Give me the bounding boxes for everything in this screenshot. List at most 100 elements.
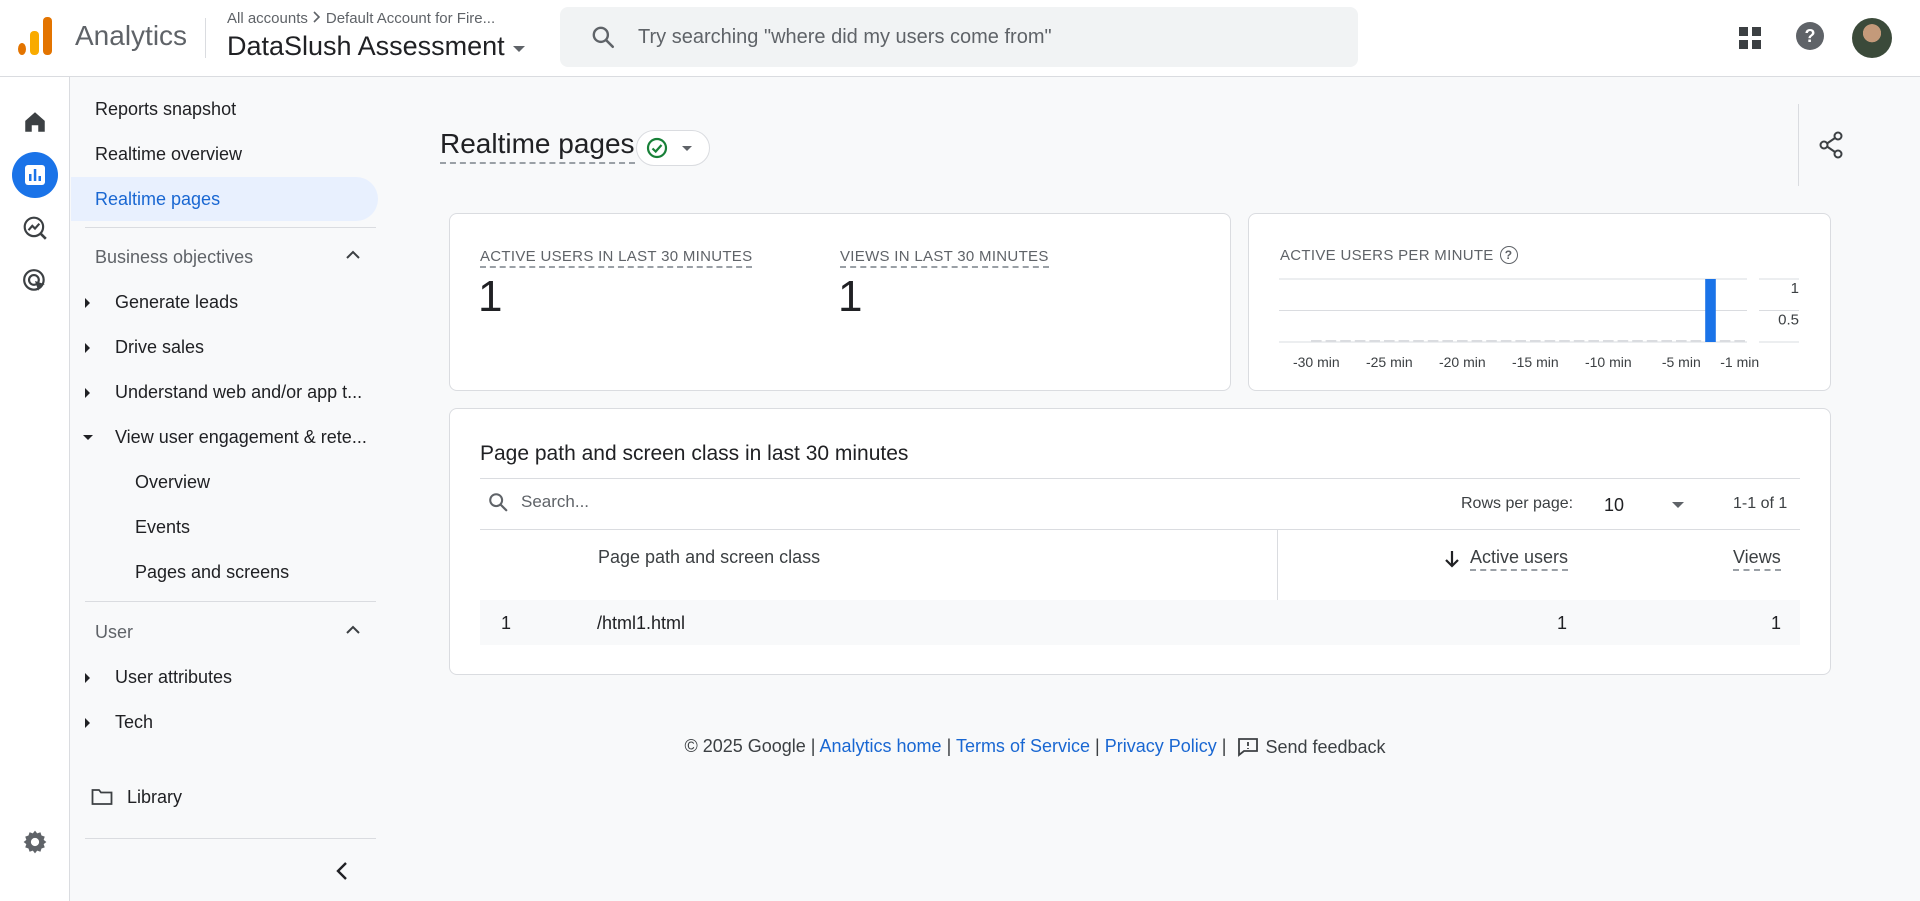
- sort-descending-arrow-icon: [1445, 551, 1459, 568]
- svg-text:?: ?: [1805, 26, 1816, 46]
- chart-x-tick-label: -30 min: [1293, 354, 1340, 370]
- sidebar-item-realtime-overview[interactable]: Realtime overview: [71, 132, 378, 176]
- footer-link-analytics-home[interactable]: Analytics home: [819, 736, 941, 756]
- folder-icon: [91, 789, 113, 805]
- account-breadcrumb[interactable]: All accounts Default Account for Fire...: [227, 10, 495, 27]
- views-metric-label[interactable]: VIEWS IN LAST 30 MINUTES: [840, 248, 1049, 268]
- global-search-input[interactable]: [638, 25, 1318, 49]
- analytics-logo-icon[interactable]: [18, 17, 52, 55]
- check-circle-icon: [646, 137, 668, 159]
- rows-per-page-value: 10: [1604, 494, 1625, 515]
- collapse-arrow-icon: [83, 435, 93, 440]
- account-avatar[interactable]: [1852, 18, 1892, 58]
- chart-bar: [1646, 340, 1658, 342]
- table-title: Page path and screen class in last 30 mi…: [480, 442, 909, 465]
- table-divider: [480, 529, 1800, 530]
- sidebar-item-label: View user engagement & rete...: [115, 426, 367, 447]
- sidebar-item-reports-snapshot[interactable]: Reports snapshot: [71, 87, 378, 131]
- caret-down-icon: [682, 145, 692, 151]
- chart-bar: [1471, 340, 1483, 342]
- chart-bar: [1734, 340, 1745, 342]
- top-app-bar: Analytics All accounts Default Account f…: [0, 0, 1920, 77]
- advertising-icon[interactable]: [12, 258, 58, 304]
- rows-per-page-label: Rows per page:: [1461, 495, 1574, 512]
- left-navigation-rail: [0, 77, 70, 901]
- table-search-input[interactable]: [521, 492, 821, 512]
- pagination-range: 1-1 of 1: [1733, 495, 1788, 512]
- explore-icon[interactable]: [12, 205, 58, 251]
- collapse-sidebar-chevron-icon[interactable]: [335, 861, 349, 886]
- sidebar-item-realtime-pages[interactable]: Realtime pages: [71, 177, 378, 221]
- help-icon[interactable]: ?: [1795, 21, 1825, 56]
- sidebar-item-user-attributes[interactable]: User attributes: [71, 655, 378, 699]
- sidebar-item-understand-web-app[interactable]: Understand web and/or app t...: [71, 370, 378, 414]
- caret-down-icon: [1672, 502, 1684, 508]
- sidebar-item-overview[interactable]: Overview: [71, 460, 378, 504]
- section-user[interactable]: User: [71, 610, 378, 654]
- send-feedback-button[interactable]: Send feedback: [1231, 736, 1386, 758]
- sidebar-item-events[interactable]: Events: [71, 505, 378, 549]
- sidebar-item-generate-leads[interactable]: Generate leads: [71, 280, 378, 324]
- apps-grid-icon[interactable]: [1737, 20, 1763, 61]
- chart-bar: [1705, 279, 1716, 342]
- chart-bar: [1486, 340, 1497, 342]
- rows-per-page-select[interactable]: 10: [1604, 492, 1684, 518]
- views-metric-value: 1: [838, 272, 863, 321]
- chart-x-tick-label: -10 min: [1585, 354, 1632, 370]
- sidebar-divider: [85, 601, 376, 602]
- expand-arrow-icon: [85, 298, 90, 308]
- admin-gear-icon[interactable]: [12, 819, 58, 865]
- chart-bar: [1661, 340, 1672, 342]
- active-users-per-minute-label: ACTIVE USERS PER MINUTE ?: [1280, 246, 1518, 264]
- chart-bar: [1588, 340, 1599, 342]
- feedback-icon: [1238, 738, 1259, 758]
- page-title[interactable]: Realtime pages: [440, 128, 635, 164]
- row-active-users: 1: [1557, 613, 1568, 633]
- section-business-objectives[interactable]: Business objectives: [71, 235, 378, 279]
- sidebar-item-label: Reports snapshot: [95, 98, 237, 119]
- breadcrumb-account[interactable]: Default Account for Fire...: [326, 10, 495, 27]
- sidebar-item-label: Library: [127, 786, 183, 807]
- sidebar-item-label: Overview: [135, 471, 211, 492]
- sidebar-item-library[interactable]: Library: [71, 775, 378, 819]
- global-search-bar[interactable]: [560, 7, 1358, 67]
- active-users-metric-label[interactable]: ACTIVE USERS IN LAST 30 MINUTES: [480, 248, 753, 268]
- footer-link-privacy[interactable]: Privacy Policy: [1105, 736, 1217, 756]
- table-divider: [480, 478, 1800, 479]
- column-header-views[interactable]: Views: [1733, 547, 1781, 571]
- reports-icon[interactable]: [12, 152, 58, 198]
- sidebar-item-label: Drive sales: [115, 336, 205, 357]
- sidebar-item-label: Generate leads: [115, 291, 239, 312]
- chart-bar: [1515, 340, 1526, 342]
- send-feedback-label: Send feedback: [1265, 736, 1386, 757]
- help-circle-icon[interactable]: ?: [1499, 246, 1518, 264]
- table-search[interactable]: [487, 491, 821, 513]
- share-icon[interactable]: [1818, 130, 1844, 165]
- footer: © 2025 Google | Analytics home | Terms o…: [0, 736, 1920, 758]
- column-header-active-users[interactable]: Active users: [1444, 547, 1569, 571]
- sidebar-item-pages-and-screens[interactable]: Pages and screens: [71, 550, 378, 594]
- row-page-path[interactable]: /html1.html: [597, 613, 685, 634]
- row-index: 1: [501, 613, 512, 633]
- chart-y-tick-label: 1: [1791, 280, 1799, 297]
- chart-bar: [1398, 340, 1410, 342]
- chart-bar: [1384, 340, 1395, 342]
- active-users-metric-value: 1: [478, 272, 503, 321]
- sidebar-item-label: Tech: [115, 711, 154, 732]
- property-selector[interactable]: DataSlush Assessment: [227, 31, 525, 62]
- home-icon[interactable]: [12, 99, 58, 145]
- chart-x-tick-label: -5 min: [1662, 354, 1701, 370]
- chart-bar: [1369, 340, 1380, 342]
- breadcrumb-all-accounts[interactable]: All accounts: [227, 10, 308, 27]
- chart-bar: [1530, 340, 1541, 342]
- chart-bar: [1413, 340, 1424, 342]
- chart-x-tick-label: -25 min: [1366, 354, 1413, 370]
- chart-bar: [1690, 340, 1702, 342]
- data-quality-chip[interactable]: [636, 130, 710, 166]
- sidebar-item-user-engagement[interactable]: View user engagement & rete...: [71, 415, 378, 459]
- sidebar-divider: [85, 838, 376, 839]
- footer-link-terms[interactable]: Terms of Service: [956, 736, 1090, 756]
- column-header-page-path[interactable]: Page path and screen class: [598, 547, 820, 568]
- sidebar-item-label: Realtime overview: [95, 143, 243, 164]
- sidebar-item-drive-sales[interactable]: Drive sales: [71, 325, 378, 369]
